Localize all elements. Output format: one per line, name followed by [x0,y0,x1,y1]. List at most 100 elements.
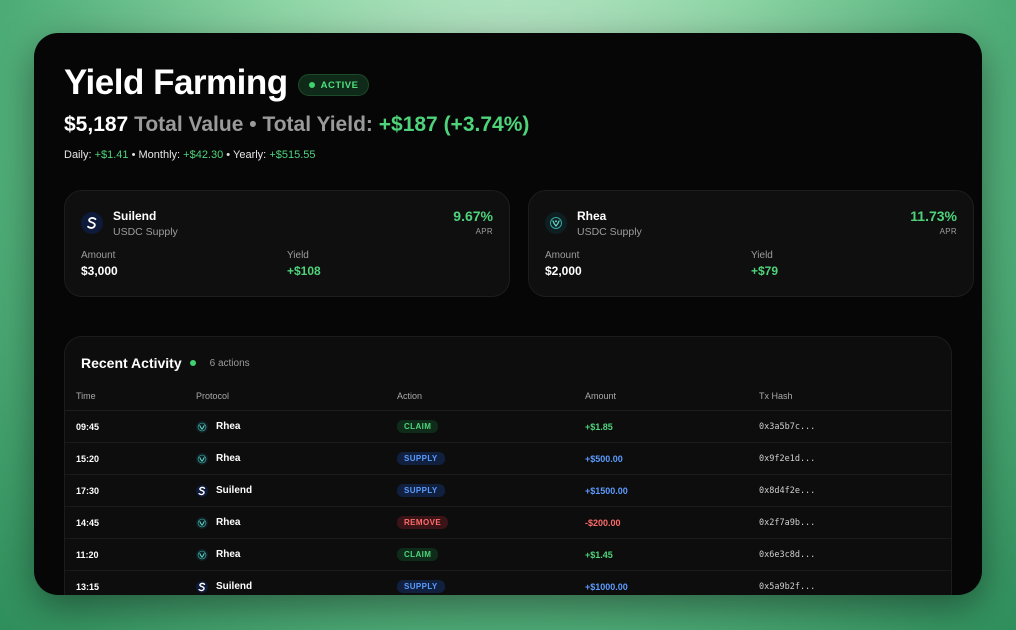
yield-label: Yield [287,250,309,261]
row-protocol: Suilend [185,570,386,595]
yield-value: +$108 [287,264,321,278]
stats-separator: • [131,149,136,161]
status-dot-icon [308,82,315,88]
tx-hash-link[interactable]: 0x2f7a9b... [748,506,951,539]
row-time: 15:20 [65,442,185,475]
action-badge: REMOVE [397,516,449,529]
row-amount: +$1.85 [574,410,748,443]
yield-farming-window: Yield Farming ACTIVE $5,187 Total Value … [34,33,982,595]
total-value: $5,187 [64,113,129,136]
row-protocol-name: Rhea [216,453,241,464]
yearly-label: Yearly: [233,149,267,161]
status-badge-label: ACTIVE [320,79,359,91]
row-protocol: Rhea [185,538,386,571]
recent-activity-panel: Recent Activity 6 actions Time Protocol … [64,336,952,595]
column-header-action: Action [386,391,574,411]
row-protocol-name: Rhea [216,517,241,528]
action-badge: SUPPLY [397,452,445,465]
row-amount: +$1500.00 [574,474,748,507]
action-badge: SUPPLY [397,484,445,497]
row-action: SUPPLY [386,442,574,475]
page-title: Yield Farming [64,63,288,102]
row-protocol-name: Suilend [216,581,253,592]
column-header-amount: Amount [574,391,748,411]
row-time: 11:20 [65,538,185,571]
rhea-logo-icon [196,516,208,529]
protocol-name: Rhea [577,209,607,223]
live-indicator-icon [189,360,196,366]
stats-separator: • [226,149,231,161]
activity-title: Recent Activity [81,355,182,371]
row-action: CLAIM [386,538,574,571]
row-action: CLAIM [386,410,574,443]
header: Yield Farming ACTIVE $5,187 Total Value … [64,63,952,161]
position-card-suilend[interactable]: Suilend USDC Supply 9.67% APR Amount $3,… [64,190,510,297]
tx-hash-link[interactable]: 0x6e3c8d... [748,538,951,571]
rhea-logo-icon [196,420,208,433]
monthly-label: Monthly: [138,149,181,161]
row-time: 13:15 [65,570,185,595]
daily-value: +$1.41 [94,149,129,161]
position-subtitle: USDC Supply [577,226,642,238]
activity-count: 6 actions [209,357,250,369]
yield-value: +$79 [751,264,779,278]
table-row[interactable]: 09:45 Rhea CLAIM +$1.85 0x3a5b7c... [65,410,951,443]
apr-value: 9.67% [453,208,493,224]
yield-label: Yield [751,250,773,261]
row-time: 17:30 [65,474,185,507]
row-time: 14:45 [65,506,185,539]
table-row[interactable]: 14:45 Rhea REMOVE -$200.00 0x2f7a9b... [65,506,951,539]
row-protocol-name: Suilend [216,485,253,496]
tx-hash-link[interactable]: 0x9f2e1d... [748,442,951,475]
tx-hash-link[interactable]: 0x8d4f2e... [748,474,951,507]
suilend-logo-icon [196,580,208,593]
apr-block: 11.73% APR [910,208,957,236]
action-badge: CLAIM [397,420,439,433]
amount-label: Amount [81,250,116,261]
apr-label: APR [939,227,957,236]
table-header-row: Time Protocol Action Amount Tx Hash [65,391,951,411]
table-row[interactable]: 13:15 Suilend SUPPLY +$1000.00 0x5a9b2f... [65,570,951,595]
amount-label: Amount [545,250,580,261]
status-badge: ACTIVE [297,74,370,96]
column-header-tx-hash: Tx Hash [748,391,951,411]
yield-rates-row: Daily: +$1.41 • Monthly: +$42.30 • Yearl… [64,149,952,161]
column-header-time: Time [65,391,185,411]
total-yield-label: Total Yield: [262,113,373,136]
position-card-rhea[interactable]: Rhea USDC Supply 11.73% APR Amount $2,00… [528,190,974,297]
apr-label: APR [475,227,493,236]
row-amount: -$200.00 [574,506,748,539]
apr-value: 11.73% [910,208,957,224]
action-badge: CLAIM [397,548,439,561]
tx-hash-link[interactable]: 0x3a5b7c... [748,410,951,443]
tx-hash-link[interactable]: 0x5a9b2f... [748,570,951,595]
monthly-value: +$42.30 [183,149,224,161]
amount-value: $2,000 [545,264,582,278]
position-cards: Suilend USDC Supply 9.67% APR Amount $3,… [64,190,974,297]
total-value-label: Total Value [134,113,244,136]
row-time: 09:45 [65,410,185,443]
row-action: REMOVE [386,506,574,539]
activity-table: Time Protocol Action Amount Tx Hash 09:4… [65,391,951,595]
yearly-value: +$515.55 [269,149,316,161]
protocol-name: Suilend [113,209,157,223]
summary-row: $5,187 Total Value • Total Yield: +$187 … [64,113,952,137]
row-action: SUPPLY [386,570,574,595]
column-header-protocol: Protocol [185,391,386,411]
daily-label: Daily: [64,149,92,161]
total-yield: +$187 (+3.74%) [378,113,530,136]
suilend-logo-icon [196,484,208,497]
summary-separator: • [249,113,257,136]
amount-value: $3,000 [81,264,118,278]
rhea-logo-icon [196,548,208,561]
apr-block: 9.67% APR [453,208,493,236]
table-row[interactable]: 11:20 Rhea CLAIM +$1.45 0x6e3c8d... [65,538,951,571]
row-protocol-name: Rhea [216,549,241,560]
row-protocol: Rhea [185,410,386,443]
action-badge: SUPPLY [397,580,445,593]
table-row[interactable]: 17:30 Suilend SUPPLY +$1500.00 0x8d4f2e... [65,474,951,507]
row-amount: +$1000.00 [574,570,748,595]
suilend-logo-icon [81,212,103,234]
table-row[interactable]: 15:20 Rhea SUPPLY +$500.00 0x9f2e1d... [65,442,951,475]
row-protocol-name: Rhea [216,421,241,432]
